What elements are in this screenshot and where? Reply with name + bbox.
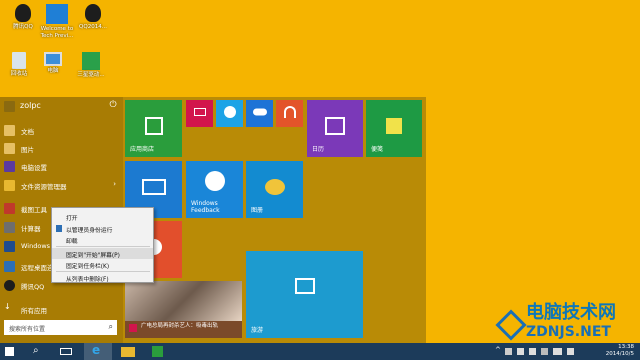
volume-icon[interactable] (529, 348, 536, 355)
clock-time: 13:38 (618, 344, 634, 350)
windows-logo-icon (5, 347, 14, 356)
scissors-icon (4, 203, 15, 214)
cloud-icon (252, 108, 267, 116)
news-photo (125, 281, 242, 321)
headphones-icon (283, 106, 296, 119)
shield-icon (56, 225, 62, 232)
tile-travel[interactable]: 旅游 (246, 251, 363, 338)
context-pin-to-taskbar[interactable]: 固定到任务栏(K) (52, 259, 153, 270)
search-input[interactable]: 搜索所有位置 ⌕ (4, 320, 117, 335)
start-item-pc-settings[interactable]: 电脑设置 (4, 159, 120, 174)
tile-news[interactable]: 广电总局再封杀艺人：吸毒出轨 (125, 281, 242, 338)
user-account[interactable]: zolpc ⏻ (4, 100, 122, 114)
powershell-icon (4, 241, 15, 252)
search-icon: ⌕ (33, 345, 39, 356)
keyboard-icon[interactable] (553, 348, 562, 355)
gear-icon (4, 161, 15, 172)
clock-date: 2014/10/5 (605, 351, 634, 357)
mail-icon (141, 178, 166, 195)
z-logo-icon (495, 309, 527, 341)
tile-camera[interactable] (186, 100, 213, 127)
remote-desktop-icon (4, 261, 15, 272)
taskbar-store[interactable] (144, 343, 172, 360)
all-apps-button[interactable]: ↓ 所有应用 (4, 302, 120, 317)
context-separator (56, 246, 150, 247)
store-bag-icon (152, 346, 163, 357)
store-bag-icon (144, 116, 163, 135)
recycle-bin-icon (12, 52, 26, 69)
search-icon: ⌕ (108, 322, 113, 331)
calendar-icon (325, 116, 345, 135)
taskbar-task-view-button[interactable] (52, 343, 80, 360)
context-remove-from-list[interactable]: 从列表中删除(F) (52, 272, 153, 283)
context-uninstall[interactable]: 卸载 (52, 234, 153, 245)
taskbar-clock[interactable]: 13:38 2014/10/5 (606, 344, 634, 358)
arrow-down-icon: ↓ (4, 302, 11, 311)
user-avatar-icon (4, 101, 15, 112)
feedback-person-icon (204, 170, 225, 191)
calculator-icon (4, 222, 15, 233)
tray-arrow-icon[interactable]: ^ (495, 346, 501, 354)
taskbar: ⌕ e ^ 13:38 2014/10/5 (0, 343, 640, 360)
watermark-logo: 电脑技术网 ZDNJS.NET (495, 298, 640, 343)
penguin-icon (15, 4, 31, 22)
desktop-icon-samsung-driver[interactable]: 三星驱动... (68, 52, 114, 79)
taskbar-file-explorer[interactable] (114, 343, 142, 360)
driver-icon (82, 52, 100, 70)
palette-icon (264, 178, 285, 195)
tile-music[interactable] (276, 100, 303, 127)
desktop-icon-qq2014[interactable]: QQ2014... (70, 4, 116, 31)
camera-icon (193, 108, 206, 117)
start-button[interactable] (0, 343, 20, 360)
internet-explorer-icon: e (92, 343, 101, 357)
computer-icon (44, 52, 62, 66)
tile-skype[interactable] (216, 100, 243, 127)
tray-app-icon[interactable] (505, 348, 512, 355)
tile-onedrive[interactable] (246, 100, 273, 127)
skype-icon (223, 106, 236, 119)
context-menu: 打开 以管理员身份运行 卸载 固定到"开始"屏幕(P) 固定到任务栏(K) 从列… (51, 207, 154, 283)
taskbar-internet-explorer[interactable]: e (84, 343, 112, 360)
tile-store[interactable]: 应用商店 (125, 100, 182, 157)
power-icon[interactable]: ⏻ (108, 100, 118, 112)
tile-pictures[interactable]: 图册 (246, 161, 303, 218)
start-item-file-explorer[interactable]: 文件资源管理器 › (4, 178, 120, 193)
documents-icon (4, 125, 15, 136)
windows-logo-icon (46, 4, 68, 24)
network-icon[interactable] (517, 348, 524, 355)
start-item-documents[interactable]: 文档 (4, 123, 120, 138)
start-item-pictures[interactable]: 图片 (4, 141, 120, 156)
task-view-icon (60, 348, 72, 355)
system-tray: ^ (495, 346, 587, 357)
taskbar-search-button[interactable]: ⌕ (24, 343, 52, 360)
pictures-icon (4, 143, 15, 154)
user-name: zolpc (20, 101, 41, 110)
penguin-icon (4, 280, 15, 291)
action-center-icon[interactable] (541, 348, 548, 355)
news-badge-icon (129, 324, 137, 332)
suitcase-icon (294, 277, 315, 294)
folder-icon (121, 347, 135, 357)
tile-windows-feedback[interactable]: Windows Feedback (186, 161, 243, 218)
penguin-icon (85, 4, 101, 22)
chevron-right-icon[interactable]: › (113, 180, 116, 188)
tile-calendar[interactable]: 日历 (307, 100, 363, 157)
ime-icon[interactable] (567, 348, 574, 355)
context-run-as-admin[interactable]: 以管理员身份运行 (52, 223, 153, 234)
folder-icon (4, 180, 15, 191)
context-open[interactable]: 打开 (52, 211, 153, 222)
notes-icon (386, 117, 402, 134)
tile-sticky-notes[interactable]: 便笺 (366, 100, 422, 157)
context-pin-to-start[interactable]: 固定到"开始"屏幕(P) (52, 248, 153, 259)
